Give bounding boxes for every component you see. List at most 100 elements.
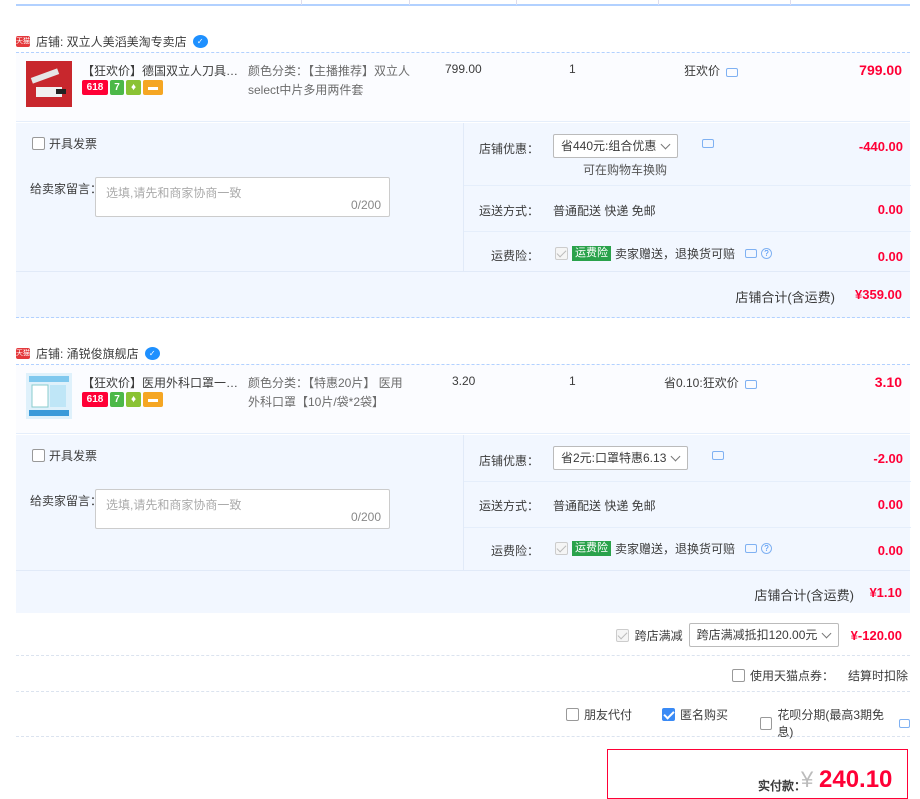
item-subtotal: 799.00 [859, 62, 902, 78]
cross-store-row: 跨店满减 跨店满减抵扣120.00元 ¥-120.00 [16, 614, 910, 656]
card-icon: ▬ [143, 80, 163, 95]
product-title[interactable]: 【狂欢价】德国双立人刀具套装... [82, 62, 244, 79]
anonymous-label: 匿名购买 [680, 708, 729, 722]
discount-value: -2.00 [873, 451, 903, 466]
invoice-option[interactable]: 开具发票 [32, 447, 97, 464]
memo-input[interactable]: 选填,请先和商家协商一致 0/200 [95, 489, 390, 529]
shop-discount-row: 店铺优惠： 省2元:口罩特惠6.13 -2.00 [464, 435, 911, 482]
shop-name[interactable]: 店铺: 双立人美滔美淘专卖店 [36, 33, 187, 50]
wangwang-chat-icon[interactable]: ✓ [192, 34, 208, 48]
help-icon[interactable]: ? [761, 543, 773, 554]
chat-icon[interactable] [726, 68, 739, 77]
card-icon: ▬ [143, 392, 163, 407]
chat-icon[interactable] [744, 380, 757, 389]
insurance-value: 0.00 [877, 249, 903, 264]
shop-total-label: 店铺合计(含运费) [754, 588, 854, 603]
insurance-tag: 运费险 [572, 541, 611, 556]
cross-store-select[interactable]: 跨店满减抵扣120.00元 [688, 623, 839, 647]
item-promo: 省0.10:狂欢价 [664, 374, 757, 391]
anonymous-option[interactable]: 匿名购买 [662, 706, 728, 723]
insurance-row: 运费险： 运费险 卖家赠送，退换货可赔 ? 0.00 [464, 232, 911, 271]
invoice-option[interactable]: 开具发票 [32, 135, 97, 152]
right-pane: 店铺优惠： 省440元:组合优惠 可在购物车换购 -440.00 运送方式： 普… [463, 123, 911, 271]
badge-7day-return: 7 [110, 392, 124, 407]
shipping-value: 0.00 [877, 497, 903, 512]
insurance-tag: 运费险 [572, 246, 611, 261]
help-icon[interactable]: ? [761, 248, 773, 259]
cross-store-select-value: 跨店满减抵扣120.00元 [696, 628, 818, 642]
chat-icon[interactable] [702, 139, 714, 148]
shop-total-value: ¥359.00 [855, 287, 902, 302]
anonymous-checkbox[interactable] [662, 708, 675, 721]
discount-label: 店铺优惠： [478, 142, 539, 156]
left-pane: 开具发票 给卖家留言： 选填,请先和商家协商一致 0/200 [16, 435, 463, 583]
order-item-row: 【狂欢价】医用外科口罩一次性... 618 7 ♦ ▬ 颜色分类：【特惠20片】… [16, 364, 910, 434]
product-thumbnail[interactable] [26, 61, 72, 107]
shop-name[interactable]: 店铺: 涌锐俊旗舰店 [36, 345, 139, 362]
right-pane: 店铺优惠： 省2元:口罩特惠6.13 -2.00 运送方式： 普通配送 快递 免… [463, 435, 911, 570]
quantity: 1 [569, 62, 576, 76]
discount-select[interactable]: 省2元:口罩特惠6.13 [553, 446, 688, 470]
tmall-points-checkbox[interactable] [732, 669, 745, 682]
chat-icon[interactable] [898, 718, 910, 728]
tmall-icon: 天猫 [16, 35, 30, 47]
memo-input[interactable]: 选填,请先和商家协商一致 0/200 [95, 177, 390, 217]
chat-icon[interactable] [745, 249, 758, 258]
discount-hint: 可在购物车换购 [583, 163, 668, 177]
insurance-checkbox [555, 542, 568, 555]
shop-total-value: ¥1.10 [869, 585, 902, 600]
shipping-value: 0.00 [877, 202, 903, 217]
memo-counter: 0/200 [350, 198, 381, 212]
memo-label: 给卖家留言： [30, 494, 103, 508]
invoice-checkbox[interactable] [32, 137, 45, 150]
unit-price: 3.20 [452, 374, 476, 388]
chat-icon[interactable] [712, 451, 724, 460]
quantity: 1 [569, 374, 576, 388]
memo-counter: 0/200 [350, 510, 381, 524]
tmall-icon: 天猫 [16, 347, 30, 359]
chat-icon[interactable] [745, 544, 758, 553]
memo-placeholder: 选填,请先和商家协商一致 [106, 186, 242, 200]
cross-store-checkbox [615, 628, 629, 642]
promo-text: 省0.10:狂欢价 [664, 376, 739, 390]
insurance-text: 卖家赠送，退换货可赔 [615, 542, 736, 556]
discount-select-value: 省440元:组合优惠 [561, 139, 657, 153]
insurance-text: 卖家赠送，退换货可赔 [615, 247, 736, 261]
memo-label: 给卖家留言： [30, 182, 103, 196]
shipping-row: 运送方式： 普通配送 快递 免邮 0.00 [464, 186, 911, 232]
shop-total-row: 店铺合计(含运费) ¥1.10 [16, 570, 910, 613]
payment-summary: 实付款： ¥ 240.10 [607, 749, 908, 799]
left-pane: 开具发票 给卖家留言： 选填,请先和商家协商一致 0/200 [16, 123, 463, 271]
chevron-down-icon [821, 628, 832, 639]
payment-currency: ¥ [801, 767, 814, 792]
friend-pay-option[interactable]: 朋友代付 [566, 706, 632, 723]
huabei-option[interactable]: 花呗分期(最高3期免息) [760, 706, 910, 740]
insurance-detail: 运费险 卖家赠送，退换货可赔 ? [555, 540, 773, 557]
insurance-checkbox [555, 247, 568, 260]
discount-select[interactable]: 省440元:组合优惠 [553, 134, 678, 158]
shop-total-row: 店铺合计(含运费) ¥359.00 [16, 271, 910, 317]
tmall-points-option[interactable]: 使用天猫点券： [732, 667, 834, 684]
friend-pay-checkbox[interactable] [566, 708, 579, 721]
shop-header: 天猫 店铺: 双立人美滔美淘专卖店 ✓ [16, 31, 208, 51]
friend-pay-label: 朋友代付 [584, 708, 633, 722]
table-header-border [16, 0, 910, 6]
options-row: 朋友代付 匿名购买 花呗分期(最高3期免息) [16, 692, 910, 740]
unit-price: 799.00 [445, 62, 482, 76]
huabei-checkbox[interactable] [760, 716, 773, 730]
badge-618: 618 [82, 392, 108, 407]
product-title[interactable]: 【狂欢价】医用外科口罩一次性... [82, 374, 244, 391]
wangwang-chat-icon[interactable]: ✓ [144, 346, 160, 360]
shipping-label: 运送方式： [478, 204, 539, 218]
insurance-value: 0.00 [877, 543, 903, 558]
shop-header: 天猫 店铺: 涌锐俊旗舰店 ✓ [16, 343, 160, 363]
badge-7day-return: 7 [110, 80, 124, 95]
insurance-label: 运费险： [490, 544, 539, 558]
shop-discount-row: 店铺优惠： 省440元:组合优惠 可在购物车换购 -440.00 [464, 123, 911, 186]
tmall-points-row: 使用天猫点券： 结算时扣除 [16, 656, 910, 692]
product-thumbnail[interactable] [26, 373, 72, 419]
invoice-checkbox[interactable] [32, 449, 45, 462]
shop-total-label: 店铺合计(含运费) [735, 290, 835, 305]
shipping-text: 普通配送 快递 免邮 [553, 204, 656, 218]
insurance-detail: 运费险 卖家赠送，退换货可赔 ? [555, 245, 773, 262]
